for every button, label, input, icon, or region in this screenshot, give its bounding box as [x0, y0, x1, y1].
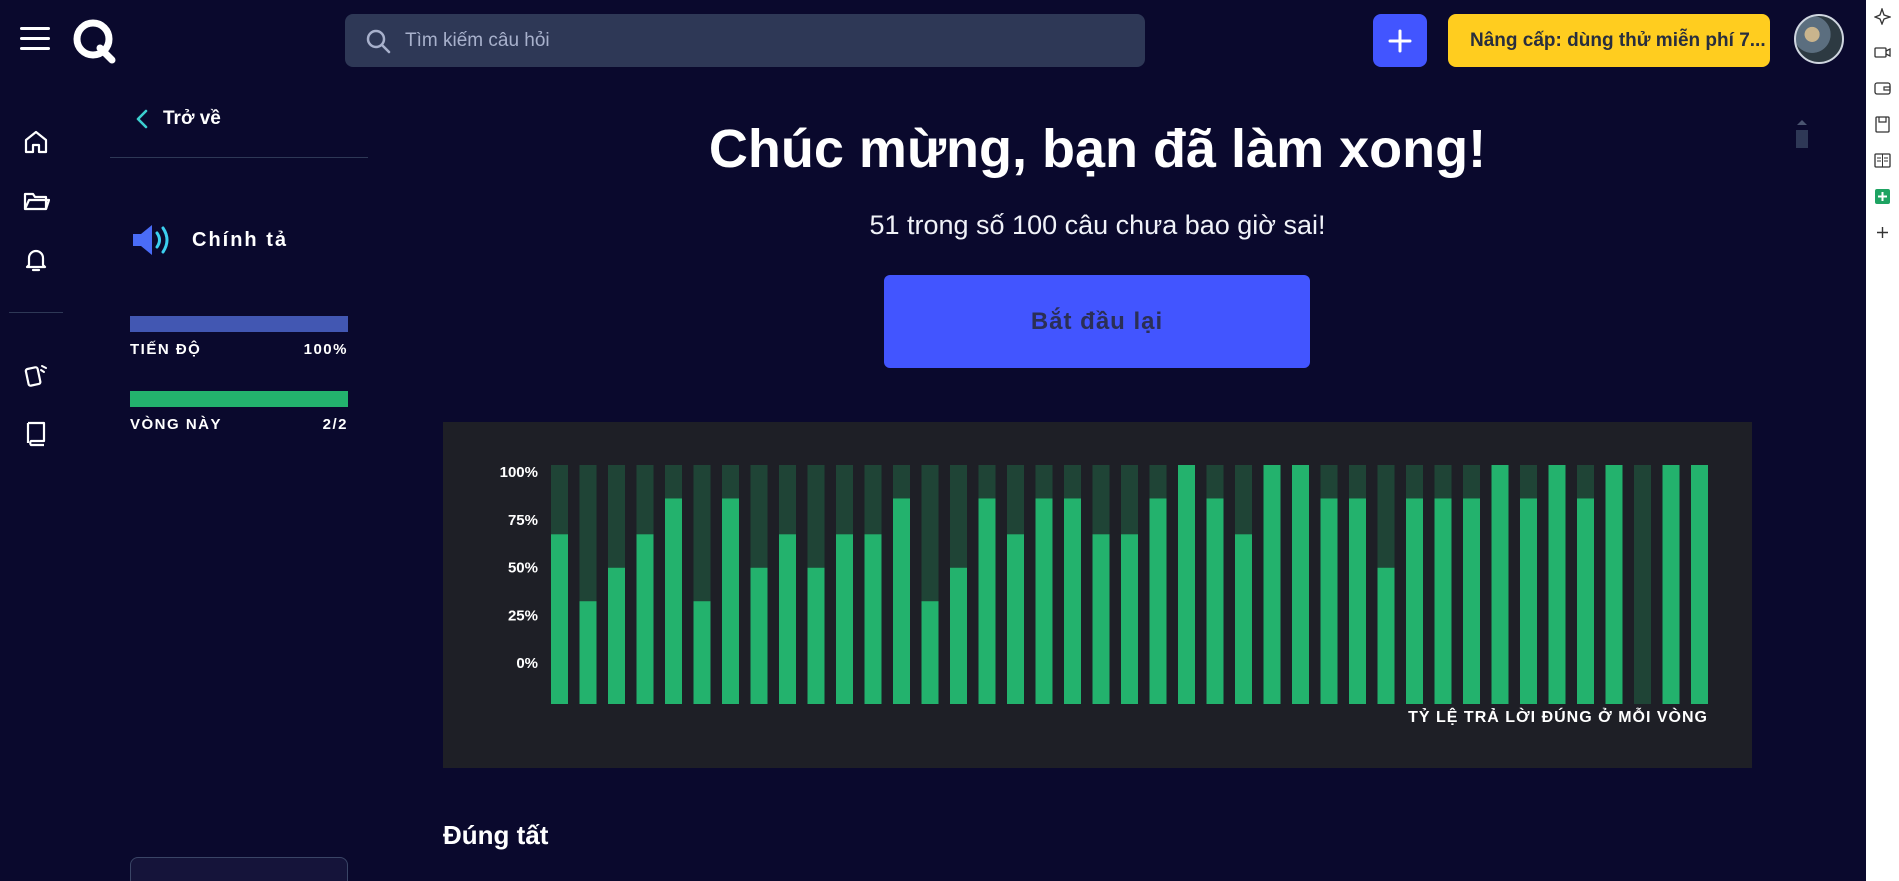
y-tick-label: 0% [516, 655, 538, 672]
bar [1605, 465, 1623, 704]
bar [1434, 498, 1452, 704]
rail-divider [9, 312, 63, 313]
x-axis-label: TỶ LỆ TRẢ LỜI ĐÚNG Ở MỖI VÒNG [1408, 707, 1708, 726]
bar [1662, 465, 1680, 704]
round-accuracy-chart: 100% 75% 50% 25% 0% TỶ LỆ TRẢ LỜI ĐÚNG Ở MỖI … [500, 464, 1708, 726]
bar [1691, 465, 1708, 704]
bar [1548, 465, 1566, 704]
home-icon[interactable] [22, 128, 50, 156]
round-label-row: VÒNG NÀY 2/2 [130, 416, 348, 433]
sidebar-bottom-card[interactable] [130, 857, 348, 881]
y-tick-label: 50% [508, 560, 538, 577]
bar [893, 498, 910, 704]
bar [1206, 498, 1224, 704]
bar [779, 534, 796, 704]
bar [1178, 465, 1195, 704]
bar [864, 534, 882, 704]
bar [1349, 498, 1366, 704]
sheets-icon[interactable] [1874, 188, 1891, 205]
bar [1064, 498, 1081, 704]
save-icon[interactable] [1874, 116, 1891, 133]
round-label: VÒNG NÀY [130, 416, 223, 433]
flashcards-icon[interactable] [22, 360, 50, 388]
bar [1035, 498, 1053, 704]
bar [1292, 465, 1309, 704]
folder-icon[interactable] [22, 187, 50, 215]
search-icon [366, 29, 391, 53]
progress-label: TIẾN ĐỘ [130, 341, 202, 358]
progress-bar-fill [130, 316, 348, 332]
avatar[interactable] [1794, 14, 1844, 64]
bar [693, 601, 711, 704]
bar [1235, 534, 1252, 704]
chevron-left-icon [136, 109, 148, 129]
bar [1263, 465, 1281, 704]
bar [1491, 465, 1509, 704]
top-bar: Nâng cấp: dùng thử miễn phí 7... [0, 0, 1866, 82]
y-tick-label: 25% [508, 607, 538, 624]
menu-icon[interactable] [20, 27, 50, 53]
result-summary: 51 trong số 100 câu chưa bao giờ sai! [869, 210, 1326, 240]
browser-side-panel [1866, 0, 1899, 881]
book-icon[interactable] [1874, 152, 1891, 169]
bar [1406, 498, 1423, 704]
bar [608, 567, 625, 704]
bar [750, 567, 768, 704]
wallet-icon[interactable] [1874, 80, 1891, 97]
bar [1092, 534, 1110, 704]
bar [636, 534, 654, 704]
speaker-icon [133, 225, 169, 255]
bar-track [1634, 465, 1651, 704]
y-tick-label: 100% [500, 464, 538, 481]
search-input[interactable] [405, 29, 1105, 52]
bar [665, 498, 682, 704]
bar [978, 498, 996, 704]
bar [1577, 498, 1594, 704]
section-title-all-correct: Đúng tất [443, 820, 549, 850]
quizlet-logo[interactable] [72, 18, 118, 64]
bar [1320, 498, 1338, 704]
bar [579, 601, 597, 704]
sidebar-divider [110, 157, 368, 158]
restart-button[interactable]: Bắt đầu lại [884, 275, 1310, 368]
scrollbar-thumb[interactable] [1796, 130, 1808, 148]
progress-value: 100% [303, 341, 348, 358]
progress-label-row: TIẾN ĐỘ 100% [130, 341, 348, 358]
bar [1121, 534, 1138, 704]
round-value: 2/2 [322, 416, 348, 433]
bar [950, 567, 967, 704]
sparkle-icon[interactable] [1874, 8, 1891, 25]
round-bar [130, 391, 348, 407]
bar [1007, 534, 1024, 704]
plus-icon [1388, 29, 1412, 52]
add-icon[interactable] [1874, 224, 1891, 241]
study-mode-label: Chính tả [192, 228, 288, 251]
bar [1377, 567, 1395, 704]
progress-bar [130, 316, 348, 332]
bar [921, 601, 939, 704]
bar [1520, 498, 1537, 704]
y-tick-label: 75% [508, 512, 538, 529]
bar [836, 534, 853, 704]
bar [1149, 498, 1167, 704]
upgrade-button[interactable]: Nâng cấp: dùng thử miễn phí 7... [1448, 14, 1770, 67]
scroll-up-arrow[interactable] [1797, 120, 1807, 125]
bell-icon[interactable] [22, 245, 50, 273]
video-icon[interactable] [1874, 44, 1891, 61]
bar [1463, 498, 1480, 704]
bar [722, 498, 739, 704]
back-link[interactable]: Trở về [133, 108, 221, 130]
bar [807, 567, 825, 704]
study-mode-title: Chính tả [130, 222, 288, 258]
search-bar[interactable] [345, 14, 1145, 67]
back-label: Trở về [163, 108, 221, 129]
textbook-icon[interactable] [22, 419, 50, 447]
create-button[interactable] [1373, 14, 1427, 67]
bar [551, 534, 568, 704]
round-accuracy-chart-panel: 100% 75% 50% 25% 0% TỶ LỆ TRẢ LỜI ĐÚNG Ở MỖI … [443, 422, 1752, 768]
page-title: Chúc mừng, bạn đã làm xong! [708, 119, 1487, 179]
round-bar-fill [130, 391, 348, 407]
